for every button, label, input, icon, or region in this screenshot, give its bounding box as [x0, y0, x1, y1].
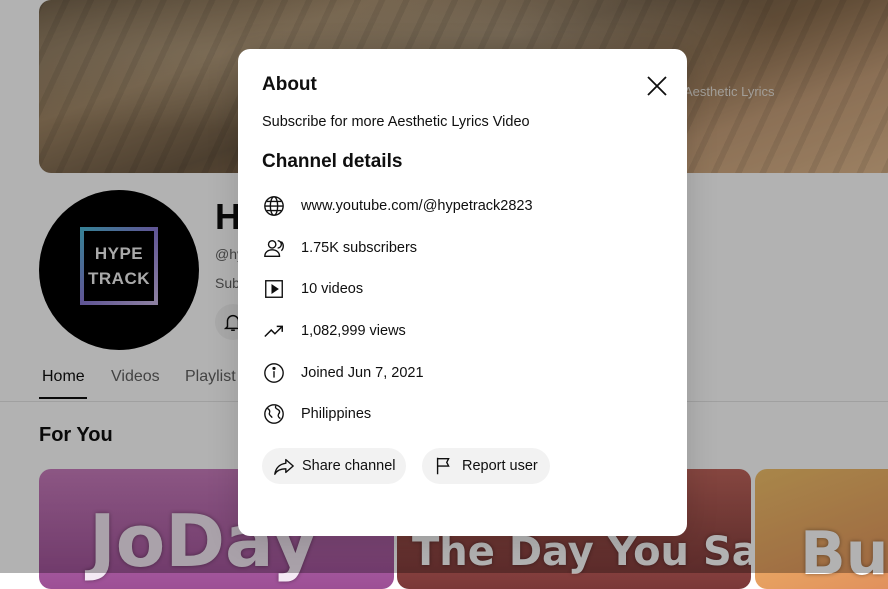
dialog-title: About — [262, 74, 317, 95]
detail-row-videos: 10 videos — [262, 277, 363, 301]
detail-row-url: www.youtube.com/@hypetrack2823 — [262, 194, 533, 218]
report-user-button[interactable]: Report user — [422, 448, 550, 484]
close-button[interactable] — [644, 73, 670, 99]
share-channel-label: Share channel — [302, 458, 396, 474]
detail-row-country: Philippines — [262, 402, 371, 426]
trending-icon — [262, 319, 286, 343]
subscriber-count: 1.75K subscribers — [301, 240, 418, 256]
world-icon — [262, 402, 286, 426]
about-dialog: About Subscribe for more Aesthetic Lyric… — [238, 49, 687, 536]
detail-row-joined: Joined Jun 7, 2021 — [262, 361, 424, 385]
video-count: 10 videos — [301, 281, 364, 297]
subscribers-icon — [262, 236, 286, 260]
channel-details-heading: Channel details — [262, 151, 403, 172]
close-icon — [647, 76, 667, 96]
flag-icon — [432, 454, 456, 478]
detail-row-views: 1,082,999 views — [262, 319, 406, 343]
channel-url[interactable]: www.youtube.com/@hypetrack2823 — [301, 198, 533, 214]
report-user-label: Report user — [462, 458, 538, 474]
channel-description: Subscribe for more Aesthetic Lyrics Vide… — [262, 114, 530, 130]
info-icon — [262, 361, 286, 385]
video-icon — [262, 277, 286, 301]
joined-date: Joined Jun 7, 2021 — [301, 365, 424, 381]
globe-icon — [262, 194, 286, 218]
detail-row-subscribers: 1.75K subscribers — [262, 236, 417, 260]
view-count: 1,082,999 views — [301, 323, 406, 339]
share-channel-button[interactable]: Share channel — [262, 448, 406, 484]
country: Philippines — [301, 406, 372, 422]
share-icon — [272, 454, 296, 478]
